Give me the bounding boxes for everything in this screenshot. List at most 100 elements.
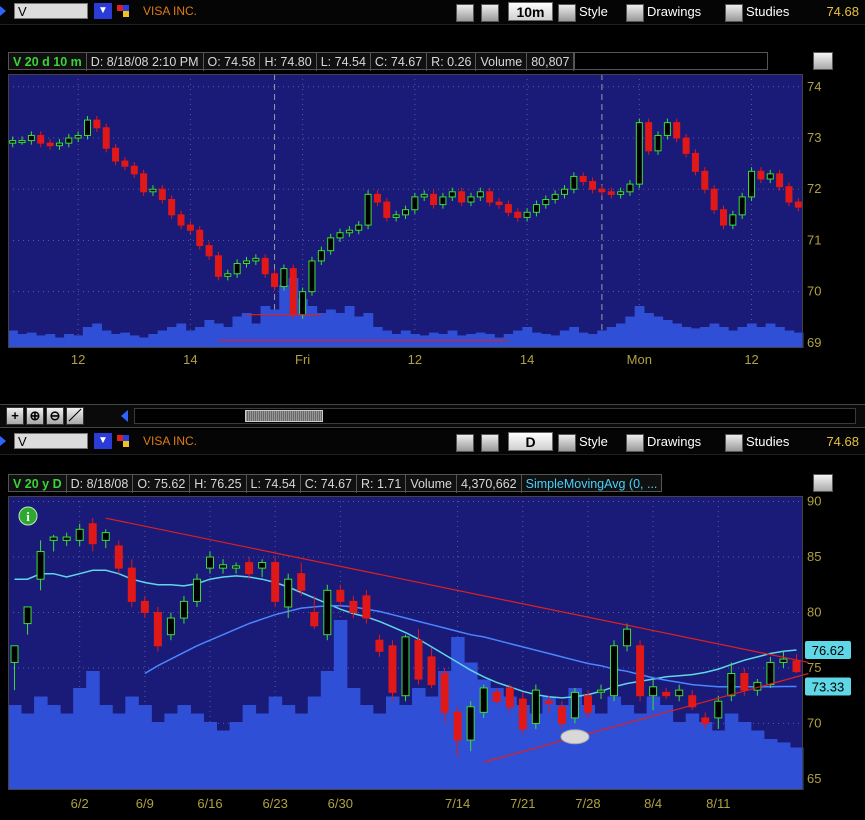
drawings-button[interactable]: Drawings [626, 2, 701, 22]
time-scrollbar[interactable] [134, 408, 856, 424]
candle [544, 700, 553, 704]
candle [495, 201, 503, 206]
y-tick-label: 71 [807, 232, 821, 247]
candle [623, 628, 632, 647]
candle [720, 209, 727, 226]
timeframe-button[interactable]: 10m [508, 2, 553, 21]
timeframe-button[interactable]: D [508, 432, 553, 451]
x-tick-label: 6/9 [136, 796, 154, 811]
candle [402, 209, 409, 216]
intraday-chart[interactable]: 69 70 71 72 73 74 12 14 Fri 12 14 Mon 12 [8, 74, 865, 370]
volume-bar [21, 713, 35, 790]
candle [766, 661, 775, 686]
volume-bar [73, 335, 84, 348]
quote-range: R: 0.26 [427, 53, 477, 71]
candle [101, 532, 110, 541]
symbol-input[interactable]: V [14, 433, 88, 449]
volume-bar [346, 688, 361, 790]
style-button[interactable]: Style [558, 432, 608, 452]
volume-bar [255, 713, 270, 790]
zoom-out-icon[interactable]: ⊖ [46, 407, 64, 425]
link-icon[interactable] [117, 435, 129, 447]
volume-bar [784, 330, 795, 348]
tools-icon[interactable] [481, 2, 502, 22]
volume-bar [34, 696, 48, 790]
scroll-left-icon[interactable] [121, 410, 128, 422]
candle [261, 257, 269, 275]
annotation-ellipse [560, 729, 590, 745]
studies-button[interactable]: Studies [725, 2, 789, 22]
volume-bar [157, 330, 168, 348]
y-tick-label: 73 [807, 130, 821, 145]
study-label[interactable]: SimpleMovingAvg (0, ... [522, 475, 662, 493]
panel-arrow-icon[interactable] [0, 436, 6, 446]
x-tick-label: 6/23 [263, 796, 288, 811]
candle [308, 260, 316, 293]
volume-bar [359, 705, 374, 790]
volume-bar [513, 330, 523, 348]
y-tick-label: 75 [807, 660, 821, 675]
link-icon[interactable] [117, 5, 129, 17]
volume-bar [634, 306, 645, 348]
volume-bar [307, 306, 318, 348]
volume-bar [232, 316, 243, 348]
symbol-input[interactable]: V [14, 3, 88, 19]
candle [258, 562, 267, 569]
x-tick-label: 8/4 [644, 796, 662, 811]
candle [675, 689, 684, 697]
y-tick-label: 85 [807, 549, 821, 564]
volume-bar [700, 327, 710, 348]
volume-bar [659, 705, 674, 790]
volume-bar [587, 334, 598, 348]
volume-bar [503, 334, 514, 348]
settings-icon[interactable] [456, 2, 477, 22]
drawings-icon [626, 433, 644, 452]
volume-bar [456, 335, 467, 348]
candle [140, 600, 149, 613]
candle [542, 198, 550, 206]
drawings-button[interactable]: Drawings [626, 432, 701, 452]
volume-bar [737, 327, 748, 348]
panel-arrow-icon[interactable] [0, 6, 6, 16]
volume-bar [774, 327, 785, 348]
candle [635, 122, 643, 185]
volume-bar [294, 713, 309, 790]
volume-bar [260, 306, 271, 348]
chart-type-icon[interactable] [813, 474, 833, 492]
settings-icon[interactable] [456, 432, 477, 452]
daily-chart[interactable]: 65 70 75 80 85 90 6/2 6/9 6/16 6/23 6/30 7/14 7/21 7/… [8, 496, 865, 820]
style-button[interactable]: Style [558, 2, 608, 22]
candle [284, 578, 293, 608]
style-icon [558, 433, 576, 452]
chart-type-icon[interactable] [813, 52, 833, 70]
x-tick-label: 12 [71, 352, 85, 367]
candle [466, 706, 475, 741]
candle [345, 229, 353, 234]
volume-bar [711, 730, 726, 790]
volume-bar [400, 330, 411, 348]
zoom-in-icon[interactable]: ⊕ [26, 407, 44, 425]
candle [74, 134, 82, 139]
y-tick-label: 65 [807, 771, 821, 786]
quote-low: L: 74.54 [317, 53, 371, 71]
draw-line-icon[interactable]: ／ [66, 407, 84, 425]
candle [757, 170, 765, 180]
volume-bar [372, 327, 383, 348]
candle [701, 170, 709, 190]
volume-bar [148, 334, 159, 348]
tools-icon[interactable] [481, 432, 502, 452]
symbol-dropdown-button[interactable]: ▼ [94, 433, 112, 449]
candle [420, 193, 428, 198]
scroll-thumb[interactable] [245, 410, 323, 422]
candle [518, 698, 527, 730]
candle [121, 160, 129, 167]
studies-button[interactable]: Studies [725, 432, 789, 452]
volume-bar [765, 323, 776, 348]
volume-bar [185, 330, 196, 348]
volume-bar [167, 327, 177, 348]
symbol-dropdown-button[interactable]: ▼ [94, 3, 112, 19]
volume-bar [750, 730, 765, 790]
candle [532, 204, 540, 213]
crosshair-icon[interactable]: + [6, 407, 24, 425]
volume-bar [620, 705, 635, 790]
